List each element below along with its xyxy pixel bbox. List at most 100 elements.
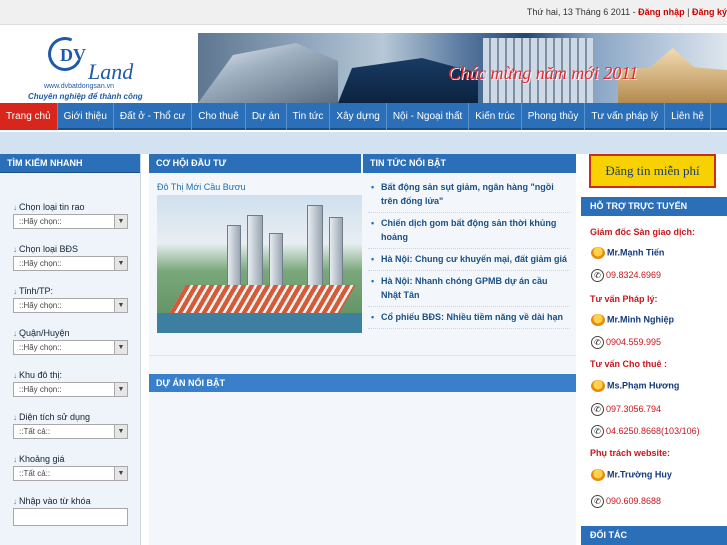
nav-item-interior[interactable]: Nội - Ngoại thất xyxy=(387,103,470,130)
nav-item-rent[interactable]: Cho thuê xyxy=(192,103,246,130)
partners-header: ĐỐI TÁC xyxy=(581,526,727,545)
phone-icon: ✆ xyxy=(591,495,604,508)
role-label: Giám đốc Sàn giao dịch: xyxy=(590,227,696,237)
quick-search-title: TÌM KIẾM NHANH xyxy=(0,154,140,173)
register-link[interactable]: Đăng ký xyxy=(692,7,727,17)
listing-type-select[interactable]: ::Hãy chọn:: ▼ xyxy=(13,214,128,229)
role-label: Tư vấn Pháp lý: xyxy=(590,294,658,304)
news-item[interactable]: Cổ phiếu BĐS: Nhiều tiềm năng về dài hạn xyxy=(368,310,570,329)
support-contact[interactable]: Mr.Trường Huy xyxy=(591,469,672,481)
nav-item-contact[interactable]: Liên hệ xyxy=(665,103,711,130)
tower-4 xyxy=(307,205,323,287)
chat-icon xyxy=(591,469,605,481)
search-field-listing-type: Chọn loại tin rao ::Hãy chọn::▼ xyxy=(13,201,128,229)
urban-area-select[interactable]: ::Hãy chọn:: ▼ xyxy=(13,382,128,397)
field-label: Nhập vào từ khóa xyxy=(13,495,128,508)
chevron-down-icon[interactable]: ▼ xyxy=(114,299,127,312)
search-field-price: Khoảng giá ::Tất cả::▼ xyxy=(13,453,128,481)
chat-icon xyxy=(591,380,605,392)
news-item[interactable]: Hà Nội: Chung cư khuyến mại, đất giảm gi… xyxy=(368,252,570,271)
nav-item-land[interactable]: Đất ở - Thổ cư xyxy=(114,103,193,130)
price-select[interactable]: ::Tất cả:: ▼ xyxy=(13,466,128,481)
phone-icon: ✆ xyxy=(591,425,604,438)
nav-item-projects[interactable]: Dự án xyxy=(246,103,287,130)
divider xyxy=(149,355,576,356)
chevron-down-icon[interactable]: ▼ xyxy=(114,425,127,438)
search-field-province: Tỉnh/TP: ::Hãy chọn::▼ xyxy=(13,285,128,313)
nav-item-construction[interactable]: Xây dựng xyxy=(330,103,387,130)
logo-dv: DV xyxy=(60,45,86,65)
property-type-select[interactable]: ::Hãy chọn:: ▼ xyxy=(13,256,128,271)
field-label: Khu đô thị: xyxy=(13,369,128,382)
field-label: Diện tích sử dụng xyxy=(13,411,128,424)
project-image[interactable] xyxy=(157,195,362,333)
search-field-district: Quận/Huyện ::Hãy chọn::▼ xyxy=(13,327,128,355)
main-nav: Trang chủ Giới thiệu Đất ở - Thổ cư Cho … xyxy=(0,103,727,130)
phone-entry: ✆ 097.3056.794 xyxy=(591,403,661,416)
chevron-down-icon[interactable]: ▼ xyxy=(114,341,127,354)
nav-spacer xyxy=(0,132,727,154)
nav-item-architecture[interactable]: Kiến trúc xyxy=(469,103,522,130)
field-label: Khoảng giá xyxy=(13,453,128,466)
role-label: Tư vấn Cho thuê : xyxy=(590,359,668,369)
current-date: Thứ hai, 13 Tháng 6 2011 - xyxy=(526,7,639,17)
chevron-down-icon[interactable]: ▼ xyxy=(114,215,127,228)
news-item[interactable]: Hà Nội: Nhanh chóng GPMB dự án cầu Nhật … xyxy=(368,274,570,307)
tower-5 xyxy=(329,217,343,287)
chevron-down-icon[interactable]: ▼ xyxy=(114,467,127,480)
news-item[interactable]: Bất động sản sụt giảm, ngân hàng "ngồi t… xyxy=(368,180,570,213)
top-bar: Thứ hai, 13 Tháng 6 2011 - Đăng nhập | Đ… xyxy=(0,0,727,25)
nav-item-fengshui[interactable]: Phong thủy xyxy=(522,103,586,130)
townhouse-rows xyxy=(168,285,356,315)
field-label: Chọn loại tin rao xyxy=(13,201,128,214)
top-bar-line: Thứ hai, 13 Tháng 6 2011 - Đăng nhập | Đ… xyxy=(526,7,727,17)
phone-entry: ✆ 0904.559.995 xyxy=(591,336,661,349)
news-item[interactable]: Chiến dịch gom bất động sản thời khủng h… xyxy=(368,216,570,249)
banner-building-1 xyxy=(198,43,338,103)
chat-icon xyxy=(591,314,605,326)
river xyxy=(157,313,362,333)
phone-icon: ✆ xyxy=(591,336,604,349)
nav-item-legal[interactable]: Tư vấn pháp lý xyxy=(585,103,666,130)
news-header: TIN TỨC NỔI BẬT xyxy=(363,154,576,173)
investment-header: CƠ HỘI ĐẦU TƯ xyxy=(149,154,361,173)
chevron-down-icon[interactable]: ▼ xyxy=(114,383,127,396)
field-label: Tỉnh/TP: xyxy=(13,285,128,298)
logo-url: www.dvbatdongsan.vn xyxy=(44,83,115,90)
nav-item-home[interactable]: Trang chủ xyxy=(0,103,58,130)
featured-projects-header: DỰ ÁN NỔI BẬT xyxy=(149,374,576,392)
support-contact[interactable]: Ms.Phạm Hương xyxy=(591,380,679,392)
logo-slogan: Chuyên nghiệp để thành công xyxy=(28,92,143,101)
search-field-property-type: Chọn loại BĐS ::Hãy chọn::▼ xyxy=(13,243,128,271)
phone-entry: ✆ 09.8324.6969 xyxy=(591,269,661,282)
field-label: Quận/Huyện xyxy=(13,327,128,340)
header-banner: Chúc mừng năm mới 2011 xyxy=(198,33,727,103)
keyword-input[interactable] xyxy=(13,508,128,526)
project-link[interactable]: Đô Thị Mới Cầu Bươu xyxy=(157,182,246,192)
province-select[interactable]: ::Hãy chọn:: ▼ xyxy=(13,298,128,313)
header: DV Land www.dvbatdongsan.vn Chuyên nghiệ… xyxy=(0,25,727,103)
phone-icon: ✆ xyxy=(591,269,604,282)
support-contact[interactable]: Mr.Mạnh Tiến xyxy=(591,247,664,259)
support-header: HỖ TRỢ TRỰC TUYẾN xyxy=(581,197,727,216)
search-field-keyword: Nhập vào từ khóa xyxy=(13,495,128,526)
role-label: Phụ trách website: xyxy=(590,448,671,458)
site-logo[interactable]: DV Land www.dvbatdongsan.vn Chuyên nghiệ… xyxy=(0,25,198,103)
chat-icon xyxy=(591,247,605,259)
phone-entry: ✆ 090.609.8688 xyxy=(591,495,661,508)
tower-2 xyxy=(247,215,263,295)
field-label: Chọn loại BĐS xyxy=(13,243,128,256)
district-select[interactable]: ::Hãy chọn:: ▼ xyxy=(13,340,128,355)
nav-item-news[interactable]: Tin tức xyxy=(287,103,331,130)
logo-land: Land xyxy=(88,59,134,84)
chevron-down-icon[interactable]: ▼ xyxy=(114,257,127,270)
banner-greeting: Chúc mừng năm mới 2011 xyxy=(448,63,639,83)
phone-entry: ✆ 04.6250.8668(103/106) xyxy=(591,425,700,438)
login-link[interactable]: Đăng nhập xyxy=(638,7,685,17)
post-free-listing-button[interactable]: Đăng tin miễn phí xyxy=(589,154,716,188)
phone-icon: ✆ xyxy=(591,403,604,416)
nav-item-about[interactable]: Giới thiệu xyxy=(58,103,114,130)
area-select[interactable]: ::Tất cả:: ▼ xyxy=(13,424,128,439)
support-contact[interactable]: Mr.Minh Nghiệp xyxy=(591,314,674,326)
search-field-area: Diện tích sử dụng ::Tất cả::▼ xyxy=(13,411,128,439)
